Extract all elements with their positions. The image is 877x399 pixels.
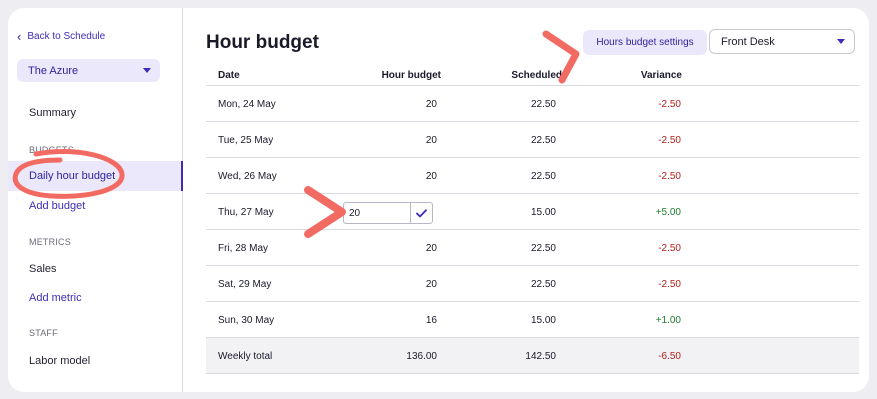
row-hour-budget[interactable]: 20 bbox=[366, 171, 437, 182]
row-hour-budget[interactable]: 16 bbox=[366, 315, 437, 326]
row-variance: +5.00 bbox=[655, 207, 681, 218]
row-scheduled: 22.50 bbox=[530, 243, 556, 254]
row-scheduled: 22.50 bbox=[530, 99, 556, 110]
table-row-editing[interactable]: Thu, 27 May 15.00 +5.00 bbox=[206, 194, 859, 230]
row-variance: -2.50 bbox=[658, 171, 681, 182]
header-date: Date bbox=[218, 70, 240, 81]
sidebar: ‹ Back to Schedule The Azure Summary BUD… bbox=[8, 8, 183, 392]
row-scheduled: 22.50 bbox=[530, 171, 556, 182]
department-select-value: Front Desk bbox=[721, 35, 775, 48]
row-scheduled: 15.00 bbox=[530, 315, 556, 326]
row-date: Thu, 27 May bbox=[218, 207, 274, 218]
hour-budget-table: Date Hour budget Scheduled Variance Mon,… bbox=[206, 64, 859, 374]
venue-select-value: The Azure bbox=[28, 64, 79, 77]
table-row[interactable]: Sun, 30 May 16 15.00 +1.00 bbox=[206, 302, 859, 338]
row-variance: -2.50 bbox=[658, 243, 681, 254]
checkmark-icon bbox=[416, 208, 427, 217]
table-header: Date Hour budget Scheduled Variance bbox=[206, 64, 859, 86]
back-to-schedule-link[interactable]: ‹ Back to Schedule bbox=[17, 28, 106, 44]
row-scheduled: 22.50 bbox=[530, 135, 556, 146]
sidebar-section-budgets: BUDGETS bbox=[29, 145, 74, 155]
page-title: Hour budget bbox=[206, 32, 319, 53]
sidebar-section-metrics: METRICS bbox=[29, 237, 71, 247]
total-scheduled: 142.50 bbox=[525, 351, 556, 362]
back-link-label: Back to Schedule bbox=[27, 31, 106, 42]
row-scheduled: 15.00 bbox=[530, 207, 556, 218]
table-row[interactable]: Tue, 25 May 20 22.50 -2.50 bbox=[206, 122, 859, 158]
row-variance: -2.50 bbox=[658, 99, 681, 110]
sidebar-item-sales[interactable]: Sales bbox=[29, 263, 57, 275]
sidebar-item-labor-model[interactable]: Labor model bbox=[29, 355, 90, 367]
row-variance: +1.00 bbox=[655, 315, 681, 326]
header-scheduled: Scheduled bbox=[511, 70, 562, 81]
row-hour-budget[interactable]: 20 bbox=[366, 135, 437, 146]
add-budget-link[interactable]: Add budget bbox=[29, 200, 85, 212]
total-variance: -6.50 bbox=[658, 351, 681, 362]
row-variance: -2.50 bbox=[658, 279, 681, 290]
hour-budget-edit-field[interactable] bbox=[343, 202, 433, 224]
row-date: Wed, 26 May bbox=[218, 171, 277, 182]
table-row[interactable]: Mon, 24 May 20 22.50 -2.50 bbox=[206, 86, 859, 122]
row-date: Tue, 25 May bbox=[218, 135, 274, 146]
sidebar-item-daily-hour-budget[interactable]: Daily hour budget bbox=[8, 161, 183, 191]
weekly-total-row: Weekly total 136.00 142.50 -6.50 bbox=[206, 338, 859, 374]
table-row[interactable]: Fri, 28 May 20 22.50 -2.50 bbox=[206, 230, 859, 266]
sidebar-item-summary[interactable]: Summary bbox=[29, 107, 76, 119]
row-date: Fri, 28 May bbox=[218, 243, 269, 254]
row-scheduled: 22.50 bbox=[530, 279, 556, 290]
header-hour-budget: Hour budget bbox=[381, 70, 441, 81]
row-hour-budget[interactable]: 20 bbox=[366, 279, 437, 290]
row-date: Sat, 29 May bbox=[218, 279, 272, 290]
row-variance: -2.50 bbox=[658, 135, 681, 146]
row-hour-budget[interactable]: 20 bbox=[366, 99, 437, 110]
hour-budget-input[interactable] bbox=[344, 203, 410, 223]
add-metric-link[interactable]: Add metric bbox=[29, 292, 82, 304]
department-select[interactable]: Front Desk bbox=[709, 29, 855, 54]
total-hour-budget: 136.00 bbox=[406, 351, 437, 362]
main-content: Hour budget Hours budget settings Front … bbox=[184, 8, 869, 392]
hours-budget-settings-button[interactable]: Hours budget settings bbox=[583, 30, 707, 55]
app-window: ‹ Back to Schedule The Azure Summary BUD… bbox=[8, 8, 869, 392]
table-row[interactable]: Wed, 26 May 20 22.50 -2.50 bbox=[206, 158, 859, 194]
row-hour-budget[interactable]: 20 bbox=[366, 243, 437, 254]
venue-select[interactable]: The Azure bbox=[17, 59, 160, 82]
caret-down-icon bbox=[143, 68, 151, 73]
table-row[interactable]: Sat, 29 May 20 22.50 -2.50 bbox=[206, 266, 859, 302]
chevron-left-icon: ‹ bbox=[17, 28, 22, 44]
caret-down-icon bbox=[837, 39, 845, 44]
row-date: Sun, 30 May bbox=[218, 315, 275, 326]
header-variance: Variance bbox=[640, 70, 682, 81]
sidebar-item-label: Daily hour budget bbox=[29, 170, 116, 182]
confirm-button[interactable] bbox=[410, 203, 432, 223]
row-date: Mon, 24 May bbox=[218, 99, 276, 110]
sidebar-section-staff: STAFF bbox=[29, 328, 58, 338]
total-label: Weekly total bbox=[218, 351, 273, 362]
